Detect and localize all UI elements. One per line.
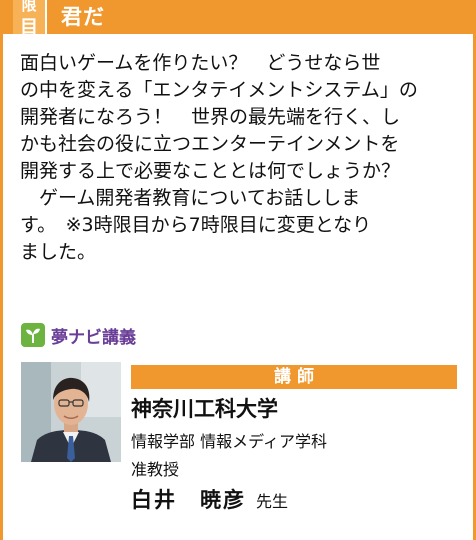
lecture-description: 面白いゲームを作りたい？ どうせなら世 の中を変える「エンタテイメントシステム」… [20, 52, 418, 263]
sprout-icon [21, 323, 45, 347]
lecturer-position: 准教授 [131, 460, 180, 479]
lecturer-department: 情報学部 情報メディア学科 [131, 432, 327, 451]
lecture-card: 限 目 君だ 面白いゲームを作りたい？ どうせなら世 の中を変える「エンタテイメ… [0, 0, 476, 540]
period-badge: 限 目 [13, 0, 47, 34]
lecturer-honorific: 先生 [256, 492, 289, 511]
lecturer-photo [21, 362, 121, 462]
header-bar: 限 目 君だ [3, 0, 473, 34]
yume-navi-label: 夢ナビ講義 [51, 327, 136, 348]
lecturer-name: 白井 暁彦 [131, 488, 246, 512]
lecturer-university: 神奈川工科大学 [131, 397, 278, 421]
yume-navi-link[interactable]: 夢ナビ講義 [21, 322, 136, 348]
period-bottom-text: 目 [20, 17, 38, 34]
lecture-title: 君だ [61, 5, 105, 29]
lecturer-name-row: 白井 暁彦 先生 [131, 484, 288, 514]
lecturer-header: 講 師 [131, 365, 457, 389]
